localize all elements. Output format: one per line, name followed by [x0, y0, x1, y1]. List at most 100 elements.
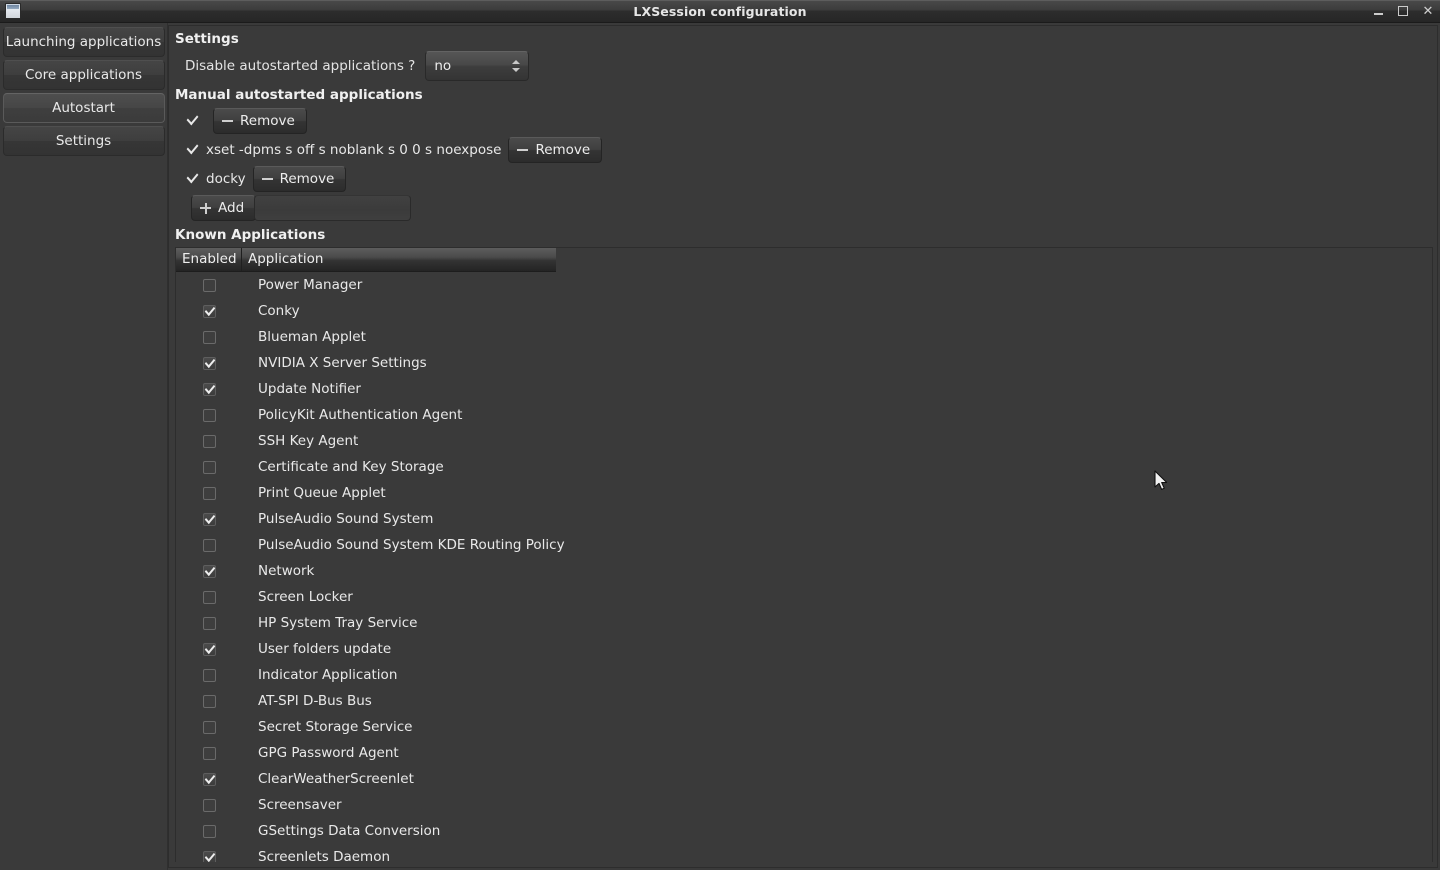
enabled-cell — [176, 331, 242, 344]
checkbox-checked-icon[interactable] — [203, 565, 216, 578]
table-row[interactable]: Blueman Applet — [176, 324, 1432, 350]
minimize-icon[interactable] — [1372, 5, 1384, 17]
checkbox-unchecked-icon[interactable] — [203, 331, 216, 344]
checkbox-unchecked-icon[interactable] — [203, 487, 216, 500]
app-body: Launching applications Core applications… — [0, 23, 1440, 870]
checkbox-checked-icon[interactable] — [203, 357, 216, 370]
column-header-application[interactable]: Application — [242, 248, 556, 271]
enabled-cell — [176, 695, 242, 708]
disable-autostarted-label: Disable autostarted applications ? — [185, 58, 415, 74]
table-row[interactable]: Certificate and Key Storage — [176, 454, 1432, 480]
checkbox-unchecked-icon[interactable] — [203, 695, 216, 708]
sidebar-item-settings[interactable]: Settings — [3, 126, 165, 156]
enabled-cell — [176, 539, 242, 552]
checkbox-unchecked-icon[interactable] — [203, 539, 216, 552]
checkbox-checked-icon[interactable] — [203, 383, 216, 396]
table-row[interactable]: AT-SPI D-Bus Bus — [176, 688, 1432, 714]
column-header-enabled[interactable]: Enabled — [176, 248, 242, 271]
table-row[interactable]: Indicator Application — [176, 662, 1432, 688]
table-row[interactable]: NVIDIA X Server Settings — [176, 350, 1432, 376]
checkbox-checked-icon[interactable] — [203, 851, 216, 863]
checkbox-unchecked-icon[interactable] — [203, 799, 216, 812]
remove-button-label: Remove — [240, 113, 295, 129]
remove-button[interactable]: Remove — [213, 108, 307, 134]
table-body: Power Manager Conky Blueman AppletNVIDIA X… — [176, 272, 1432, 862]
window-titlebar[interactable]: LXSession configuration ✕ — [0, 0, 1440, 23]
enabled-cell — [176, 565, 242, 578]
settings-section-title: Settings — [175, 31, 1437, 47]
application-name-cell: Print Queue Applet — [242, 485, 386, 501]
application-name-cell: Update Notifier — [242, 381, 361, 397]
enabled-cell — [176, 279, 242, 292]
checkbox-unchecked-icon[interactable] — [203, 591, 216, 604]
checkbox-checked-icon[interactable] — [203, 643, 216, 656]
sidebar-item-autostart[interactable]: Autostart — [3, 93, 165, 123]
table-row[interactable]: Print Queue Applet — [176, 480, 1432, 506]
enabled-cell — [176, 383, 242, 396]
window-title: LXSession configuration — [0, 4, 1440, 19]
table-row[interactable]: Screensaver — [176, 792, 1432, 818]
checkbox-unchecked-icon[interactable] — [203, 825, 216, 838]
table-row[interactable]: Update Notifier — [176, 376, 1432, 402]
known-applications-table: Enabled Application Power Manager Conky Bl… — [175, 247, 1433, 862]
checkbox-checked-icon[interactable] — [203, 773, 216, 786]
check-icon[interactable] — [185, 172, 200, 187]
enabled-cell — [176, 461, 242, 474]
checkbox-unchecked-icon[interactable] — [203, 617, 216, 630]
remove-button[interactable]: Remove — [508, 137, 602, 163]
minus-icon — [222, 115, 233, 127]
enabled-cell — [176, 513, 242, 526]
table-row[interactable]: Screenlets Daemon — [176, 844, 1432, 862]
add-button[interactable]: Add — [191, 195, 256, 221]
checkbox-unchecked-icon[interactable] — [203, 409, 216, 422]
table-row[interactable]: Conky — [176, 298, 1432, 324]
checkbox-unchecked-icon[interactable] — [203, 279, 216, 292]
spinner-arrows-icon — [512, 52, 520, 80]
checkbox-checked-icon[interactable] — [203, 305, 216, 318]
table-row[interactable]: Secret Storage Service — [176, 714, 1432, 740]
table-row[interactable]: Network — [176, 558, 1432, 584]
enabled-cell — [176, 851, 242, 863]
checkbox-unchecked-icon[interactable] — [203, 669, 216, 682]
table-row[interactable]: PulseAudio Sound System — [176, 506, 1432, 532]
table-row[interactable]: GSettings Data Conversion — [176, 818, 1432, 844]
application-name-cell: Indicator Application — [242, 667, 397, 683]
enabled-cell — [176, 617, 242, 630]
close-icon[interactable]: ✕ — [1422, 5, 1434, 17]
manual-command-text: xset -dpms s off s noblank s 0 0 s noexp… — [206, 142, 501, 158]
enabled-cell — [176, 357, 242, 370]
disable-autostarted-select[interactable]: no — [425, 51, 529, 81]
sidebar-item-launching-applications[interactable]: Launching applications — [3, 27, 165, 57]
checkbox-checked-icon[interactable] — [203, 513, 216, 526]
minus-icon — [517, 144, 528, 156]
remove-button[interactable]: Remove — [253, 166, 347, 192]
maximize-icon[interactable] — [1397, 5, 1409, 17]
sidebar-item-core-applications[interactable]: Core applications — [3, 60, 165, 90]
check-icon[interactable] — [185, 143, 200, 158]
table-row[interactable]: PolicyKit Authentication Agent — [176, 402, 1432, 428]
checkbox-unchecked-icon[interactable] — [203, 461, 216, 474]
table-row[interactable]: SSH Key Agent — [176, 428, 1432, 454]
table-row[interactable]: Power Manager — [176, 272, 1432, 298]
table-row[interactable]: User folders update — [176, 636, 1432, 662]
manual-autostart-row: Remove — [185, 107, 1437, 135]
sidebar-item-label: Autostart — [52, 100, 115, 116]
application-name-cell: PulseAudio Sound System — [242, 511, 433, 527]
table-row[interactable]: PulseAudio Sound System KDE Routing Poli… — [176, 532, 1432, 558]
checkbox-unchecked-icon[interactable] — [203, 721, 216, 734]
enabled-cell — [176, 669, 242, 682]
application-name-cell: PulseAudio Sound System KDE Routing Poli… — [242, 537, 565, 553]
enabled-cell — [176, 409, 242, 422]
table-row[interactable]: HP System Tray Service — [176, 610, 1432, 636]
table-row[interactable]: ClearWeatherScreenlet — [176, 766, 1432, 792]
checkbox-unchecked-icon[interactable] — [203, 435, 216, 448]
add-autostart-input[interactable] — [254, 195, 411, 221]
checkbox-unchecked-icon[interactable] — [203, 747, 216, 760]
application-name-cell: Power Manager — [242, 277, 362, 293]
application-name-cell: PolicyKit Authentication Agent — [242, 407, 462, 423]
table-row[interactable]: Screen Locker — [176, 584, 1432, 610]
check-icon[interactable] — [185, 114, 200, 129]
application-name-cell: Conky — [242, 303, 300, 319]
table-row[interactable]: GPG Password Agent — [176, 740, 1432, 766]
enabled-cell — [176, 643, 242, 656]
